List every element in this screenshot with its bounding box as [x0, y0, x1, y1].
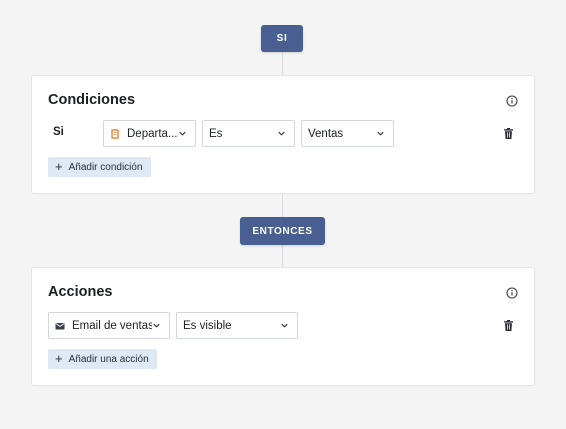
condition-field-value: Departa... — [127, 127, 178, 140]
action-type-value: Es visible — [183, 319, 232, 332]
delete-action-icon[interactable] — [504, 320, 513, 331]
action-type-select[interactable]: Es visible — [176, 312, 298, 339]
condition-value-value: Ventas — [308, 127, 344, 140]
chevron-down-icon — [377, 131, 384, 136]
condition-operator-value: Es — [209, 127, 223, 140]
actions-title: Acciones — [48, 284, 113, 300]
action-target-value: Email de ventas — [72, 319, 152, 332]
flow-connector — [282, 52, 283, 76]
action-target-select[interactable]: Email de ventas — [48, 312, 170, 339]
actions-card: Acciones Email de ventas Es visible + Añ… — [31, 267, 535, 386]
plus-icon: + — [55, 159, 63, 174]
plus-icon: + — [55, 351, 63, 366]
action-row: Email de ventas Es visible — [48, 312, 518, 339]
condition-field-select[interactable]: Departa... — [103, 120, 196, 147]
add-condition-label: Añadir condición — [68, 161, 143, 173]
chevron-down-icon — [179, 131, 186, 136]
chevron-down-icon — [281, 323, 288, 328]
then-block-label[interactable]: ENTONCES — [240, 217, 325, 245]
condition-prefix-label: Si — [53, 126, 64, 138]
flow-connector — [282, 245, 283, 267]
condition-row: Si Departa... Es Ventas — [48, 120, 518, 147]
rule-editor: SI Condiciones Si Departa... Es Ventas +… — [0, 0, 566, 429]
email-icon — [55, 322, 65, 329]
info-icon[interactable] — [506, 287, 518, 299]
condition-operator-select[interactable]: Es — [202, 120, 295, 147]
info-icon[interactable] — [506, 95, 518, 107]
delete-condition-icon[interactable] — [504, 128, 513, 139]
building-icon — [111, 128, 119, 139]
flow-connector — [282, 194, 283, 217]
add-action-label: Añadir una acción — [68, 353, 149, 365]
if-block-label[interactable]: SI — [261, 25, 303, 52]
chevron-down-icon — [153, 323, 160, 328]
chevron-down-icon — [278, 131, 285, 136]
add-condition-button[interactable]: + Añadir condición — [48, 157, 151, 177]
conditions-title: Condiciones — [48, 92, 136, 108]
add-action-button[interactable]: + Añadir una acción — [48, 349, 157, 369]
conditions-card: Condiciones Si Departa... Es Ventas + Añ… — [31, 75, 535, 194]
condition-value-select[interactable]: Ventas — [301, 120, 394, 147]
